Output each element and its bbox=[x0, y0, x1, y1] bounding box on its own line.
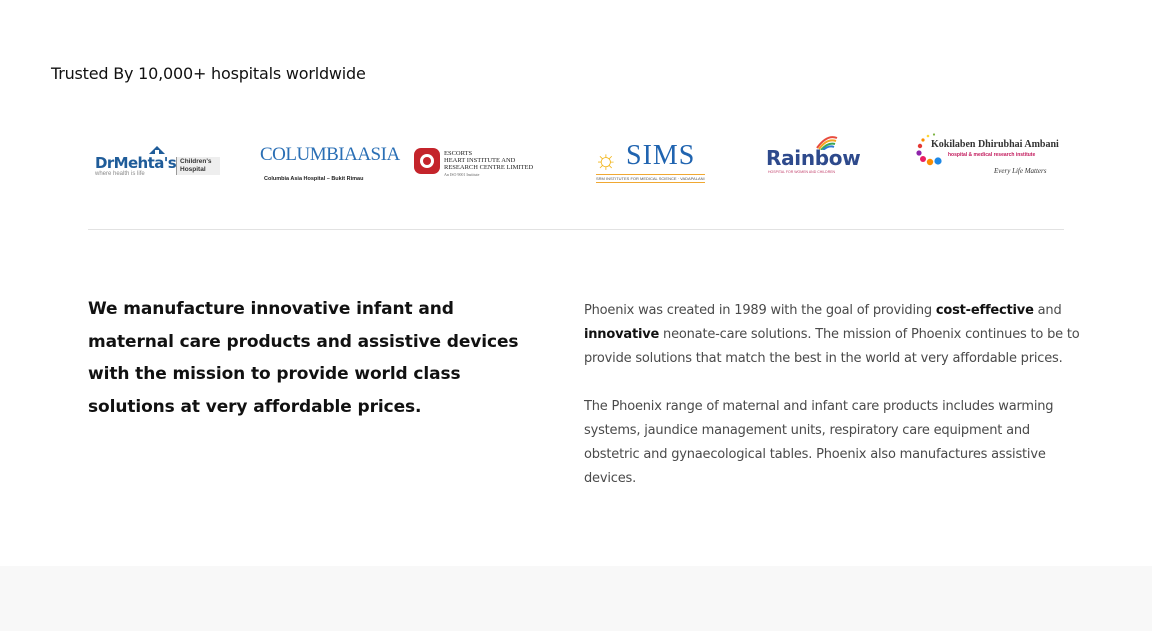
logo-rainbow-name: Rainbow bbox=[766, 146, 861, 170]
logo-sims-name: SIMS bbox=[626, 140, 696, 171]
logo-rainbow: Rainbow HOSPITAL FOR WOMEN AND CHILDREN bbox=[766, 132, 861, 184]
logo-escorts: ESCORTS HEART INSTITUTE AND RESEARCH CEN… bbox=[414, 146, 550, 178]
about-paragraph-2: The Phoenix range of maternal and infant… bbox=[584, 399, 1054, 486]
logo-kokilaben-tagline: Every Life Matters bbox=[994, 167, 1047, 175]
trusted-heading: Trusted By 10,000+ hospitals worldwide bbox=[51, 64, 366, 83]
logo-dr-mehtas: DrMehta's where health is life Children'… bbox=[92, 144, 222, 180]
section-divider bbox=[88, 229, 1064, 230]
logo-escorts-text: ESCORTS HEART INSTITUTE AND RESEARCH CEN… bbox=[444, 150, 533, 178]
logo-escorts-line3: RESEARCH CENTRE LIMITED bbox=[444, 164, 534, 171]
about-copy: Phoenix was created in 1989 with the goa… bbox=[584, 299, 1084, 491]
logo-rainbow-sub: HOSPITAL FOR WOMEN AND CHILDREN bbox=[768, 170, 836, 174]
logo-columbia-asia: COLUMBIAASIA Columbia Asia Hospital – Bu… bbox=[258, 142, 400, 186]
escorts-heart-icon bbox=[414, 148, 440, 174]
logo-columbia-asia-sub: Columbia Asia Hospital – Bukit Rimau bbox=[264, 176, 364, 182]
mission-headline: We manufacture innovative infant and mat… bbox=[88, 299, 519, 417]
hospital-logos: DrMehta's where health is life Children'… bbox=[88, 122, 1064, 198]
logo-escorts-line1: ESCORTS bbox=[444, 150, 473, 157]
sun-icon: ☼ bbox=[594, 144, 618, 174]
dots-icon bbox=[916, 133, 942, 166]
logo-dr-mehtas-box: Children's Hospital bbox=[176, 157, 220, 175]
logo-sims: ☼ SIMS SRM INSTITUTES FOR MEDICAL SCIENC… bbox=[594, 140, 705, 188]
logo-sims-sub: SRM INSTITUTES FOR MEDICAL SCIENCE · VAD… bbox=[596, 174, 705, 183]
about-p1-bold-innovative: innovative bbox=[584, 327, 660, 342]
logo-kokilaben-sub: hospital & medical research institute bbox=[948, 152, 1036, 158]
logo-columbia-asia-name: COLUMBIAASIA bbox=[260, 144, 400, 165]
logo-escorts-line2: HEART INSTITUTE AND bbox=[444, 157, 516, 164]
logo-dr-mehtas-name: DrMehta's bbox=[95, 154, 177, 172]
logo-kokilaben: Kokilaben Dhirubhai Ambani hospital & me… bbox=[916, 128, 1064, 180]
about-p1-bold-cost-effective: cost-effective bbox=[935, 303, 1034, 318]
logo-dr-mehtas-tagline: where health is life bbox=[95, 171, 145, 177]
about-p1-text-rest: neonate-care solutions. The mission of P… bbox=[584, 327, 1080, 366]
footer-band bbox=[0, 566, 1152, 631]
about-p1-text-and: and bbox=[1033, 303, 1062, 318]
about-p1-text: Phoenix was created in 1989 with the goa… bbox=[584, 303, 936, 318]
logo-escorts-line4: An ISO 9001 Institute bbox=[444, 172, 480, 177]
about-paragraph-1: Phoenix was created in 1989 with the goa… bbox=[584, 299, 1084, 371]
logo-kokilaben-name: Kokilaben Dhirubhai Ambani bbox=[931, 139, 1059, 150]
